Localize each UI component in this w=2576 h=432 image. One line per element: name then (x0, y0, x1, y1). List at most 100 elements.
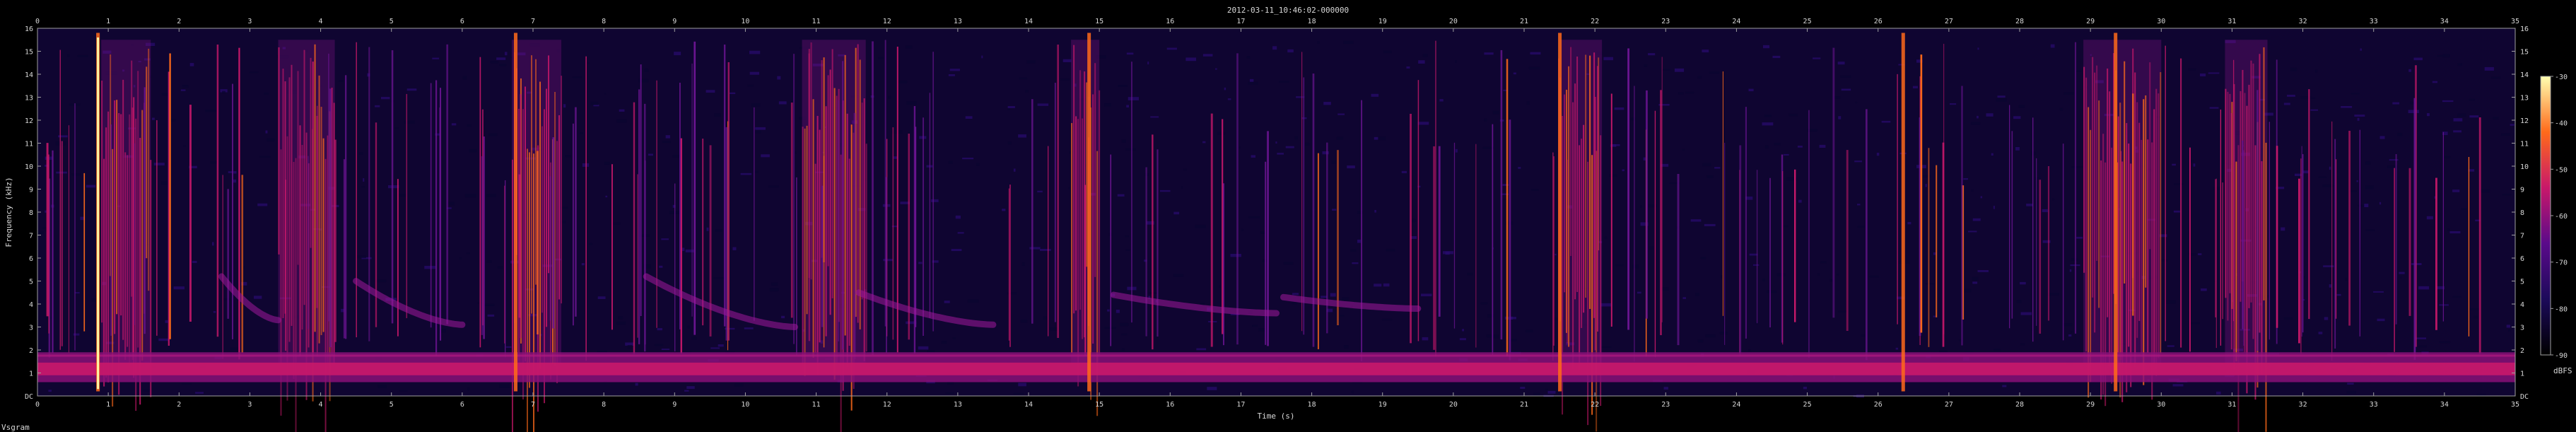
colorbar-tick-label: -40 (2555, 120, 2568, 128)
noise-speckle (644, 68, 649, 72)
noise-speckle (1230, 253, 1241, 257)
noise-speckle (1601, 346, 1612, 348)
y-left-tick-label: 8 (29, 209, 33, 217)
noise-speckle (1958, 339, 1962, 341)
spectrogram-figure: 2012-03-11_10:46:02-000000 0 1 2 3 4 5 6 7 8 9 10 1… (1, 6, 2572, 432)
noise-speckle (771, 282, 778, 286)
transient-click (702, 139, 704, 326)
event-stripe (814, 163, 816, 353)
transient-click (1661, 57, 1663, 322)
noise-speckle (654, 344, 664, 346)
transient-click (1920, 54, 1923, 333)
transient-click (1866, 109, 1868, 361)
x-top-tick-label: 22 (1591, 18, 1599, 25)
noise-speckle (1764, 145, 1769, 149)
noise-speckle (1383, 50, 1392, 54)
x-bottom-tick-label: 9 (672, 401, 677, 409)
noise-speckle (1037, 103, 1049, 106)
x-bottom-tick-label: 24 (1732, 401, 1740, 409)
noise-speckle (1249, 78, 1254, 82)
noise-speckle (749, 71, 760, 75)
event-stripe (116, 100, 118, 315)
transient-click (611, 164, 613, 330)
event-stripe (857, 44, 859, 323)
noise-speckle (1933, 315, 1936, 317)
noise-speckle (464, 194, 476, 198)
event-stripe (318, 75, 320, 344)
noise-speckle (906, 101, 917, 105)
x-top-tick-label: 13 (954, 18, 962, 25)
noise-speckle (2437, 54, 2445, 57)
transient-click (1627, 48, 1630, 330)
noise-speckle (259, 156, 271, 158)
x-bottom-tick-label: 1 (106, 401, 110, 409)
x-bottom-tick-label: 13 (954, 401, 962, 409)
noise-speckle (377, 385, 387, 388)
event-stripe (2143, 99, 2145, 385)
noise-speckle (467, 124, 472, 127)
strong-event-core (97, 37, 100, 390)
noise-speckle (1838, 310, 1848, 313)
noise-speckle (2201, 288, 2207, 291)
x-top-tick-label: 25 (1803, 18, 1812, 25)
event-stripe (819, 129, 821, 343)
y-left-tick-label: 12 (25, 117, 33, 125)
noise-speckle (264, 93, 269, 95)
event-stripe (2240, 91, 2242, 302)
transient-click (885, 177, 887, 353)
noise-speckle (665, 135, 670, 139)
event-stripe (2237, 145, 2240, 432)
transient-click (1782, 170, 1784, 345)
noise-speckle (2173, 210, 2180, 213)
noise-speckle (469, 148, 477, 153)
noise-speckle (1467, 272, 1473, 276)
noise-speckle (1895, 347, 1899, 350)
noise-speckle (2031, 151, 2036, 156)
noise-speckle (180, 89, 186, 91)
noise-speckle (747, 84, 754, 87)
y-right-tick-label: 8 (2520, 209, 2524, 217)
noise-speckle (1837, 274, 1839, 276)
transient-click (913, 106, 916, 354)
noise-speckle (2392, 102, 2400, 105)
transient-click (1110, 154, 1111, 346)
noise-speckle (1246, 56, 1251, 59)
transient-click (74, 103, 76, 351)
noise-speckle (1183, 168, 1187, 171)
noise-speckle (1767, 290, 1777, 293)
noise-speckle (1007, 106, 1015, 108)
transient-click (189, 105, 192, 322)
noise-speckle (1239, 146, 1241, 148)
noise-speckle (2501, 133, 2510, 136)
event-stripe (2246, 105, 2248, 394)
noise-speckle (1855, 101, 1858, 104)
noise-speckle (1991, 153, 1994, 156)
event-stripe (101, 81, 103, 323)
event-stripe (1079, 70, 1082, 310)
colorbar-tick-label: -80 (2555, 305, 2568, 313)
noise-speckle (1709, 71, 1720, 74)
noise-speckle (778, 101, 787, 105)
noise-speckle (257, 203, 268, 206)
noise-speckle (2076, 70, 2082, 72)
noise-speckle (1881, 120, 1891, 123)
noise-speckle (2208, 72, 2220, 74)
noise-speckle (749, 50, 761, 54)
noise-speckle (1185, 57, 1197, 62)
event-stripe (1564, 94, 1566, 293)
transient-click (227, 189, 230, 319)
noise-speckle (1907, 221, 1911, 225)
event-stripe (1099, 90, 1101, 355)
x-bottom-tick-label: 10 (741, 401, 749, 409)
event-stripe (310, 57, 312, 248)
transient-click (144, 87, 146, 334)
noise-speckle (2377, 318, 2385, 322)
noise-speckle (1972, 276, 1979, 281)
event-stripe (282, 69, 284, 318)
plot-area (37, 28, 2516, 432)
transient-click (430, 83, 432, 328)
noise-speckle (2418, 345, 2427, 348)
noise-speckle (2315, 69, 2318, 73)
noise-speckle (1344, 345, 1349, 349)
noise-speckle (1772, 55, 1781, 59)
